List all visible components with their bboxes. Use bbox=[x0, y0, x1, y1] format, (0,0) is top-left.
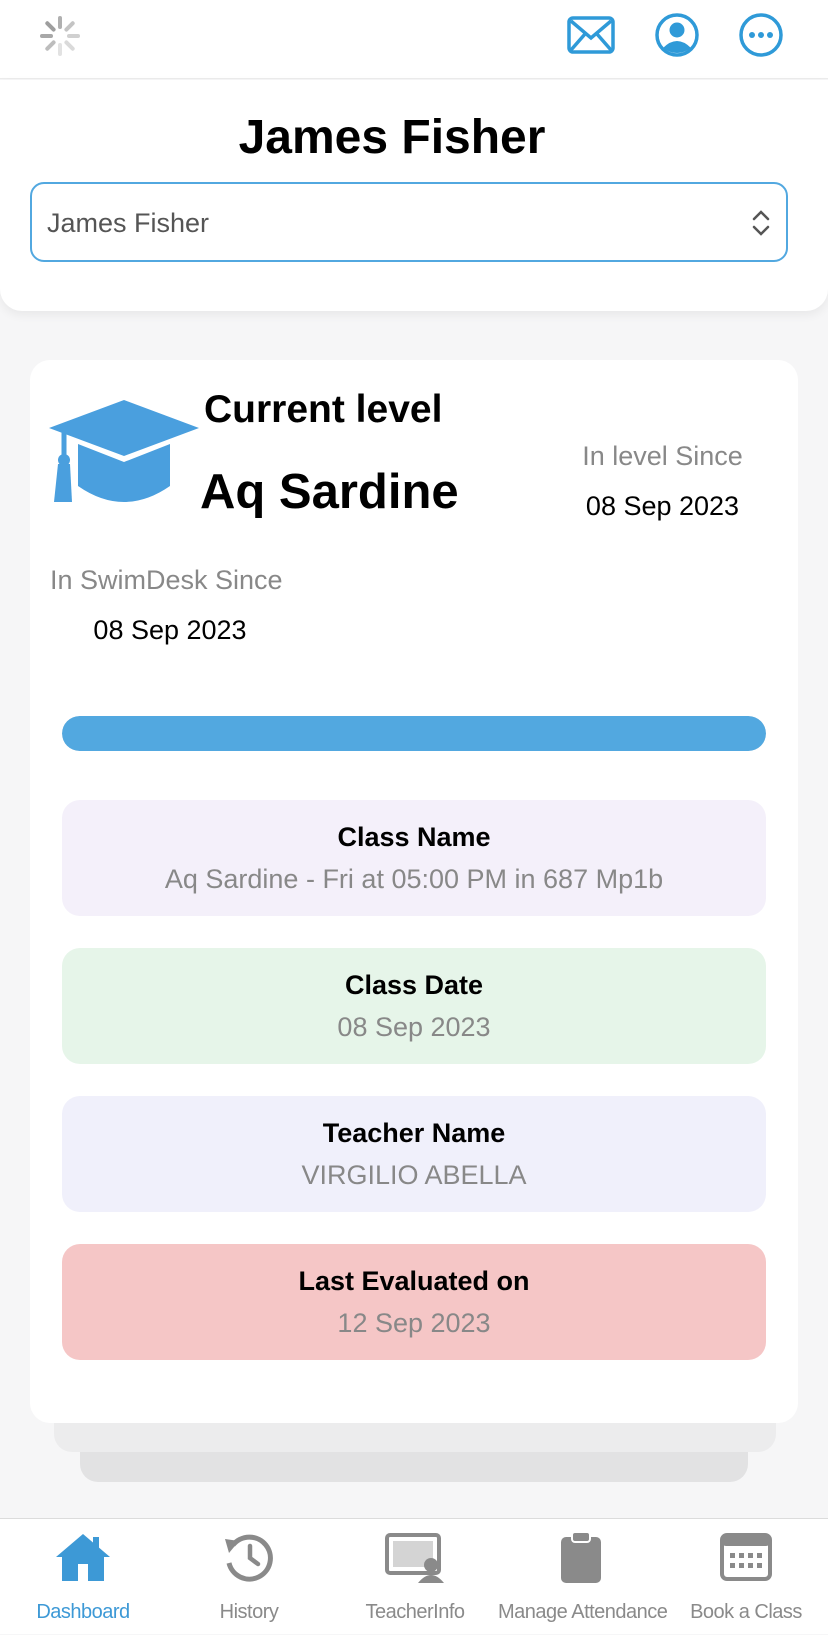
tab-teacherinfo-label: TeacherInfo bbox=[365, 1601, 465, 1623]
last-evaluated-value: 12 Sep 2023 bbox=[337, 1308, 491, 1338]
student-select[interactable]: James Fisher bbox=[30, 182, 788, 262]
mail-icon[interactable] bbox=[566, 12, 616, 58]
home-icon bbox=[56, 1534, 110, 1581]
tab-manage-attendance[interactable]: Manage Attendance bbox=[498, 1519, 668, 1635]
tab-manage-attendance-label: Manage Attendance bbox=[498, 1601, 668, 1623]
class-name-value: Aq Sardine - Fri at 05:00 PM in 687 Mp1b bbox=[164, 864, 664, 894]
chevron-up-down-icon bbox=[752, 210, 770, 236]
last-evaluated-title: Last Evaluated on bbox=[298, 1266, 530, 1296]
student-select-value: James Fisher bbox=[47, 208, 210, 238]
teacher-name-box: Teacher Name VIRGILIO ABELLA bbox=[62, 1096, 766, 1212]
tab-teacherinfo[interactable]: TeacherInfo bbox=[332, 1519, 498, 1635]
swimdesk-since-label: In SwimDesk Since bbox=[50, 565, 283, 595]
teacher-name-value: VIRGILIO ABELLA bbox=[301, 1160, 527, 1190]
clipboard-icon bbox=[561, 1531, 601, 1583]
tab-dashboard-label: Dashboard bbox=[36, 1601, 130, 1623]
graduation-cap-icon bbox=[49, 400, 199, 502]
teacher-info-icon bbox=[385, 1533, 444, 1583]
tab-dashboard[interactable]: Dashboard bbox=[0, 1519, 166, 1635]
calendar-icon bbox=[720, 1533, 772, 1581]
class-date-title: Class Date bbox=[344, 970, 484, 1000]
in-level-since-date: 08 Sep 2023 bbox=[585, 491, 740, 521]
class-name-box: Class Name Aq Sardine - Fri at 05:00 PM … bbox=[62, 800, 766, 916]
history-icon bbox=[225, 1534, 273, 1582]
class-date-value: 08 Sep 2023 bbox=[337, 1012, 491, 1042]
bottom-tab-bar: Dashboard History TeacherInfo Manage Att… bbox=[0, 1518, 828, 1634]
class-date-box: Class Date 08 Sep 2023 bbox=[62, 948, 766, 1064]
level-progress-bar bbox=[62, 716, 766, 751]
swimdesk-since-date: 08 Sep 2023 bbox=[93, 615, 247, 645]
loading-spinner-icon bbox=[40, 16, 80, 56]
student-name-title: James Fisher bbox=[238, 111, 546, 164]
top-bar bbox=[0, 0, 828, 79]
profile-icon[interactable] bbox=[652, 12, 702, 58]
tab-book-a-class-label: Book a Class bbox=[690, 1601, 802, 1623]
level-progress-fill bbox=[62, 716, 766, 751]
current-level-label: Current level bbox=[204, 388, 443, 431]
in-level-since-label: In level Since bbox=[582, 441, 743, 471]
class-name-title: Class Name bbox=[337, 822, 491, 852]
last-evaluated-box: Last Evaluated on 12 Sep 2023 bbox=[62, 1244, 766, 1360]
tab-book-a-class[interactable]: Book a Class bbox=[664, 1519, 828, 1635]
tab-history[interactable]: History bbox=[166, 1519, 332, 1635]
tab-history-label: History bbox=[219, 1601, 279, 1623]
teacher-name-title: Teacher Name bbox=[322, 1118, 506, 1148]
current-level-value: Aq Sardine bbox=[200, 465, 459, 519]
more-icon[interactable] bbox=[736, 12, 786, 58]
